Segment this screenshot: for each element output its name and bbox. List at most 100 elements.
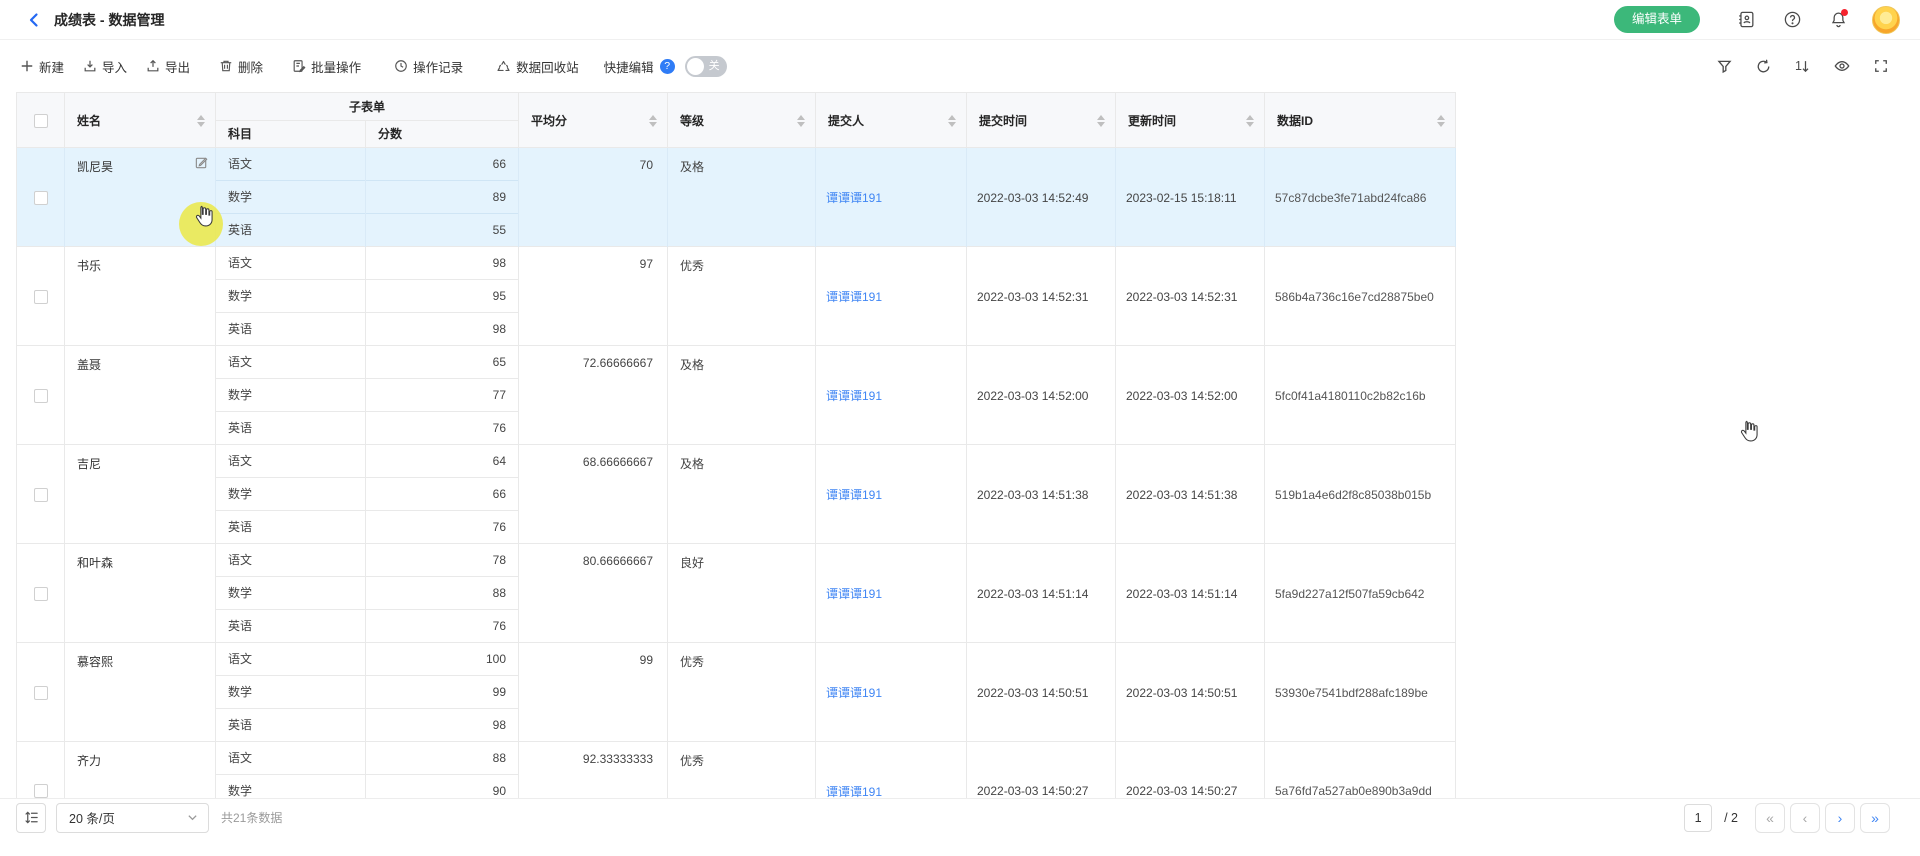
filter-icon[interactable]	[1717, 59, 1732, 74]
next-page-button[interactable]: ›	[1825, 803, 1855, 833]
sort-icon[interactable]	[1097, 115, 1105, 127]
subject-cell: 数学	[216, 280, 365, 313]
row-select-cell	[17, 643, 65, 742]
student-name: 凯尼昊	[77, 160, 113, 174]
sort-icon[interactable]	[1437, 115, 1445, 127]
page-size-value: 20 条/页	[69, 808, 115, 827]
bell-icon[interactable]	[1828, 10, 1848, 30]
quick-edit-toggle[interactable]: 关	[685, 56, 727, 77]
submitter-link[interactable]: 谭谭谭191	[826, 684, 882, 701]
sort-icon[interactable]	[649, 115, 657, 127]
header-submit-time[interactable]: 提交时间	[967, 93, 1116, 148]
row-checkbox[interactable]	[34, 488, 48, 502]
score-cell: 76	[366, 610, 518, 643]
score-cell: 66	[366, 148, 518, 181]
help-icon[interactable]	[1782, 10, 1802, 30]
batch-operations-button[interactable]: 批量操作	[292, 57, 361, 76]
subject-cell: 数学	[216, 478, 365, 511]
subject-cell: 数学	[216, 775, 365, 798]
operation-log-button[interactable]: 操作记录	[394, 57, 463, 76]
subject-column: 语文数学英语	[216, 247, 366, 346]
sort-icon[interactable]	[1246, 115, 1254, 127]
row-checkbox[interactable]	[34, 191, 48, 205]
submitter-link[interactable]: 谭谭谭191	[826, 387, 882, 404]
table-row: 书乐 语文数学英语 989598 97 优秀 谭谭谭191 2022-03-03…	[16, 247, 1456, 346]
name-cell: 吉尼	[65, 445, 216, 544]
average-cell: 70	[519, 148, 668, 247]
sort-icon[interactable]	[948, 115, 956, 127]
row-checkbox[interactable]	[34, 389, 48, 403]
score-column: 1009998	[366, 643, 519, 742]
student-name: 齐力	[77, 754, 101, 768]
grade-cell: 优秀	[668, 742, 816, 798]
score-cell: 65	[366, 346, 518, 379]
data-id-cell: 5fc0f41a4180110c2b82c16b	[1265, 346, 1456, 445]
table-row: 齐力 语文数学 8890 92.33333333 优秀 谭谭谭191 2022-…	[16, 742, 1456, 798]
header-update-time[interactable]: 更新时间	[1116, 93, 1265, 148]
sort-icon[interactable]	[797, 115, 805, 127]
last-page-button[interactable]: »	[1860, 803, 1890, 833]
pagination: 1 / 2 « ‹ › »	[1684, 803, 1890, 833]
row-checkbox[interactable]	[34, 784, 48, 798]
new-button[interactable]: 新建	[20, 57, 64, 76]
row-checkbox[interactable]	[34, 587, 48, 601]
submitter-link[interactable]: 谭谭谭191	[826, 288, 882, 305]
update-time-cell: 2023-02-15 15:18:11	[1116, 148, 1265, 247]
quick-edit-control: 快捷编辑 ? 关	[604, 56, 727, 77]
submitter-link[interactable]: 谭谭谭191	[826, 486, 882, 503]
score-cell: 77	[366, 379, 518, 412]
update-time-cell: 2022-03-03 14:50:27	[1116, 742, 1265, 798]
name-cell: 齐力	[65, 742, 216, 798]
grade-cell: 优秀	[668, 247, 816, 346]
refresh-icon[interactable]	[1756, 59, 1771, 74]
header-subject: 科目	[216, 121, 366, 148]
recycle-bin-button[interactable]: 数据回收站	[496, 57, 579, 76]
header-submitter[interactable]: 提交人	[816, 93, 967, 148]
submitter-link[interactable]: 谭谭谭191	[826, 189, 882, 206]
student-name: 吉尼	[77, 457, 101, 471]
header-grade[interactable]: 等级	[668, 93, 816, 148]
row-checkbox[interactable]	[34, 290, 48, 304]
edit-icon[interactable]	[194, 155, 209, 173]
quick-edit-label: 快捷编辑	[604, 57, 654, 76]
row-select-cell	[17, 148, 65, 247]
submitter-link[interactable]: 谭谭谭191	[826, 783, 882, 799]
subject-cell: 数学	[216, 181, 365, 214]
question-circle-icon[interactable]: ?	[660, 59, 675, 74]
subject-cell: 语文	[216, 346, 365, 379]
avatar[interactable]	[1872, 6, 1900, 34]
submit-time-cell: 2022-03-03 14:51:38	[967, 445, 1116, 544]
subject-cell: 语文	[216, 148, 365, 181]
row-height-icon[interactable]	[16, 803, 46, 833]
header-subform: 子表单	[216, 93, 518, 121]
select-all-checkbox[interactable]	[34, 114, 48, 128]
submitter-link[interactable]: 谭谭谭191	[826, 585, 882, 602]
current-page-input[interactable]: 1	[1684, 804, 1712, 832]
sort-icon[interactable]	[197, 115, 205, 127]
page-size-select[interactable]: 20 条/页	[56, 803, 209, 833]
fullscreen-icon[interactable]	[1874, 59, 1888, 73]
score-column: 646676	[366, 445, 519, 544]
header-data-id[interactable]: 数据ID	[1265, 93, 1456, 148]
data-id-cell: 5fa9d227a12f507fa59cb642	[1265, 544, 1456, 643]
export-button[interactable]: 导出	[146, 57, 190, 76]
edit-form-button[interactable]: 编辑表单	[1614, 6, 1700, 33]
import-button[interactable]: 导入	[83, 57, 127, 76]
back-chevron-icon[interactable]	[24, 10, 44, 30]
eye-icon[interactable]	[1834, 58, 1850, 74]
header-subform-group: 子表单 科目 分数	[216, 93, 519, 148]
subject-cell: 数学	[216, 676, 365, 709]
subject-column: 语文数学英语	[216, 346, 366, 445]
data-id-cell: 586b4a736c16e7cd28875be0	[1265, 247, 1456, 346]
score-cell: 64	[366, 445, 518, 478]
row-checkbox[interactable]	[34, 686, 48, 700]
contacts-icon[interactable]	[1736, 10, 1756, 30]
header-average[interactable]: 平均分	[519, 93, 668, 148]
delete-button[interactable]: 删除	[219, 57, 263, 76]
header-name[interactable]: 姓名	[65, 93, 216, 148]
subject-cell: 语文	[216, 445, 365, 478]
sort-order-icon[interactable]: 1	[1795, 59, 1810, 73]
first-page-button[interactable]: «	[1755, 803, 1785, 833]
prev-page-button[interactable]: ‹	[1790, 803, 1820, 833]
subject-column: 语文数学	[216, 742, 366, 798]
